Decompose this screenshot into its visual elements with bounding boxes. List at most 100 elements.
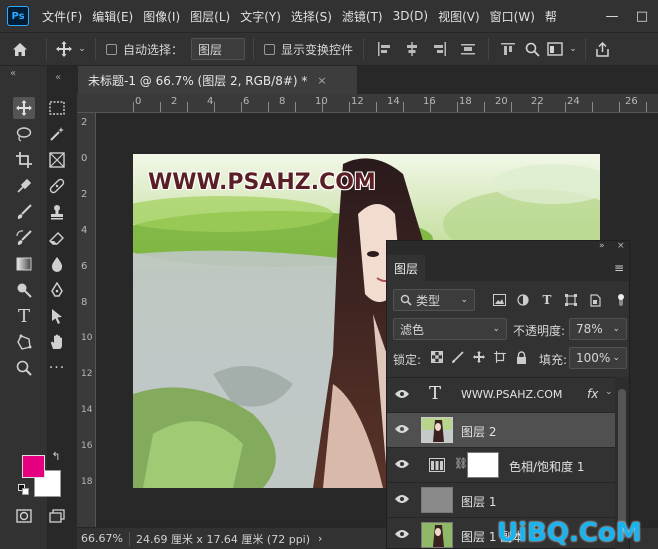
auto-select-checkbox[interactable] — [106, 43, 117, 55]
horizontal-ruler[interactable]: 0 2 4 6 8 10 12 14 16 18 20 22 24 26 — [77, 94, 658, 113]
ruler-label: 2 — [81, 189, 88, 200]
align-center-icon[interactable] — [398, 42, 426, 56]
visibility-eye-icon[interactable] — [395, 388, 409, 402]
chevron-down-icon[interactable]: ⌄ — [567, 44, 579, 54]
layer-row[interactable]: T WWW.PSAHZ.COM fx ⌄ — [387, 377, 615, 412]
blur-tool-icon[interactable] — [46, 253, 68, 275]
eraser-tool-icon[interactable] — [46, 227, 68, 249]
workspace-icon[interactable] — [543, 42, 567, 56]
search-icon[interactable] — [521, 42, 543, 57]
align-right-icon[interactable] — [426, 42, 454, 56]
magic-wand-icon[interactable] — [46, 123, 68, 145]
document-tab[interactable]: 未标题-1 @ 66.7% (图层 2, RGB/8#) * × — [78, 66, 358, 94]
clone-stamp-icon[interactable] — [46, 201, 68, 223]
opacity-field[interactable]: 78% ⌄ — [569, 318, 627, 340]
layer-effects-icon[interactable]: fx — [587, 387, 598, 401]
layer-row[interactable]: 图层 2 — [387, 412, 615, 447]
gradient-tool-icon[interactable] — [13, 253, 35, 275]
eyedropper-icon[interactable] — [13, 175, 35, 197]
path-selection-icon[interactable] — [46, 305, 68, 327]
chevron-down-icon[interactable]: ⌄ — [75, 44, 89, 54]
swap-colors-icon[interactable]: ↰ — [49, 449, 63, 463]
align-top-icon[interactable] — [495, 42, 521, 56]
vertical-ruler[interactable]: 2 0 2 4 6 8 10 12 14 16 18 — [77, 113, 96, 527]
filter-shape-icon[interactable] — [563, 292, 579, 308]
scrollbar-thumb[interactable] — [618, 389, 626, 539]
collapse-icon[interactable]: « — [55, 72, 61, 83]
menu-edit[interactable]: 编辑(E) — [87, 8, 138, 25]
menu-type[interactable]: 文字(Y) — [235, 8, 286, 25]
marquee-tool-icon[interactable] — [46, 97, 68, 119]
visibility-eye-icon[interactable] — [395, 493, 409, 507]
chain-link-icon[interactable]: ⛓ — [454, 457, 468, 470]
close-icon[interactable]: × — [317, 74, 326, 87]
screen-mode-icon[interactable] — [46, 505, 68, 527]
zoom-level[interactable]: 66.67% — [81, 532, 123, 545]
lock-all-icon[interactable] — [513, 349, 529, 365]
filter-smart-object-icon[interactable] — [587, 292, 603, 308]
more-tools-icon[interactable]: ··· — [46, 357, 68, 379]
shape-tool-icon[interactable] — [13, 331, 35, 353]
healing-brush-icon[interactable] — [46, 175, 68, 197]
filter-adjustment-icon[interactable] — [515, 292, 531, 308]
minimize-button[interactable]: — — [596, 0, 628, 32]
pen-tool-icon[interactable] — [46, 279, 68, 301]
visibility-eye-icon[interactable] — [395, 423, 409, 437]
dodge-tool-icon[interactable] — [13, 279, 35, 301]
close-panel-icon[interactable]: × — [617, 241, 625, 251]
lock-pixels-icon[interactable] — [450, 349, 466, 365]
move-tool-icon[interactable] — [13, 97, 35, 119]
filter-type-icon[interactable]: T — [539, 292, 555, 308]
foreground-color-swatch[interactable] — [22, 455, 45, 478]
visibility-eye-icon[interactable] — [395, 528, 409, 542]
menu-select[interactable]: 选择(S) — [286, 8, 337, 25]
frame-tool-icon[interactable] — [46, 149, 68, 171]
visibility-eye-icon[interactable] — [395, 458, 409, 472]
menu-3d[interactable]: 3D(D) — [388, 9, 433, 23]
auto-select-label: 自动选择： — [123, 42, 184, 57]
panel-menu-icon[interactable]: ≡ — [614, 261, 624, 275]
lasso-tool-icon[interactable] — [13, 123, 35, 145]
home-icon[interactable] — [0, 42, 40, 57]
menu-view[interactable]: 视图(V) — [433, 8, 485, 25]
chevron-down-icon[interactable]: ⌄ — [605, 387, 613, 397]
collapse-panel-icon[interactable]: » — [599, 241, 605, 251]
tab-layers[interactable]: 图层 — [387, 255, 425, 281]
menu-image[interactable]: 图像(I) — [138, 8, 185, 25]
layer-filter-dropdown[interactable]: 类型 ⌄ — [393, 289, 475, 311]
share-icon[interactable] — [592, 41, 612, 57]
filter-pixel-icon[interactable] — [491, 292, 507, 308]
maximize-button[interactable]: □ — [626, 0, 658, 32]
fill-field[interactable]: 100% ⌄ — [569, 347, 627, 369]
separator — [95, 38, 96, 60]
status-arrow-icon[interactable]: › — [318, 532, 322, 545]
show-transform-checkbox[interactable] — [264, 43, 276, 55]
zoom-tool-icon[interactable] — [13, 357, 35, 379]
hand-tool-icon[interactable] — [46, 331, 68, 353]
align-left-icon[interactable] — [370, 42, 398, 56]
auto-select-target-dropdown[interactable]: 图层 — [191, 38, 246, 60]
lock-artboard-icon[interactable] — [492, 349, 508, 365]
menu-help[interactable]: 帮 — [540, 8, 562, 25]
menu-layer[interactable]: 图层(L) — [185, 8, 235, 25]
fill-label: 填充: — [539, 353, 568, 367]
filter-toggle-icon[interactable] — [613, 292, 629, 308]
history-brush-icon[interactable] — [13, 227, 35, 249]
menu-window[interactable]: 窗口(W) — [485, 8, 540, 25]
layer-row[interactable]: ⛓ 色相/饱和度 1 — [387, 447, 615, 482]
layer-row[interactable]: 图层 1 — [387, 482, 615, 517]
lock-transparent-icon[interactable] — [429, 349, 445, 365]
lock-position-icon[interactable] — [471, 349, 487, 365]
blend-mode-dropdown[interactable]: 滤色 ⌄ — [393, 318, 507, 340]
distribute-icon[interactable] — [454, 42, 482, 56]
menu-filter[interactable]: 滤镜(T) — [337, 8, 388, 25]
brush-tool-icon[interactable] — [13, 201, 35, 223]
menu-file[interactable]: 文件(F) — [37, 8, 87, 25]
separator — [585, 38, 587, 60]
crop-tool-icon[interactable] — [13, 149, 35, 171]
move-tool-icon[interactable] — [53, 41, 75, 57]
collapse-icon[interactable]: « — [10, 68, 16, 79]
quick-mask-icon[interactable] — [13, 505, 35, 527]
default-colors-icon[interactable] — [16, 482, 30, 496]
type-tool-icon[interactable]: T — [13, 305, 35, 327]
